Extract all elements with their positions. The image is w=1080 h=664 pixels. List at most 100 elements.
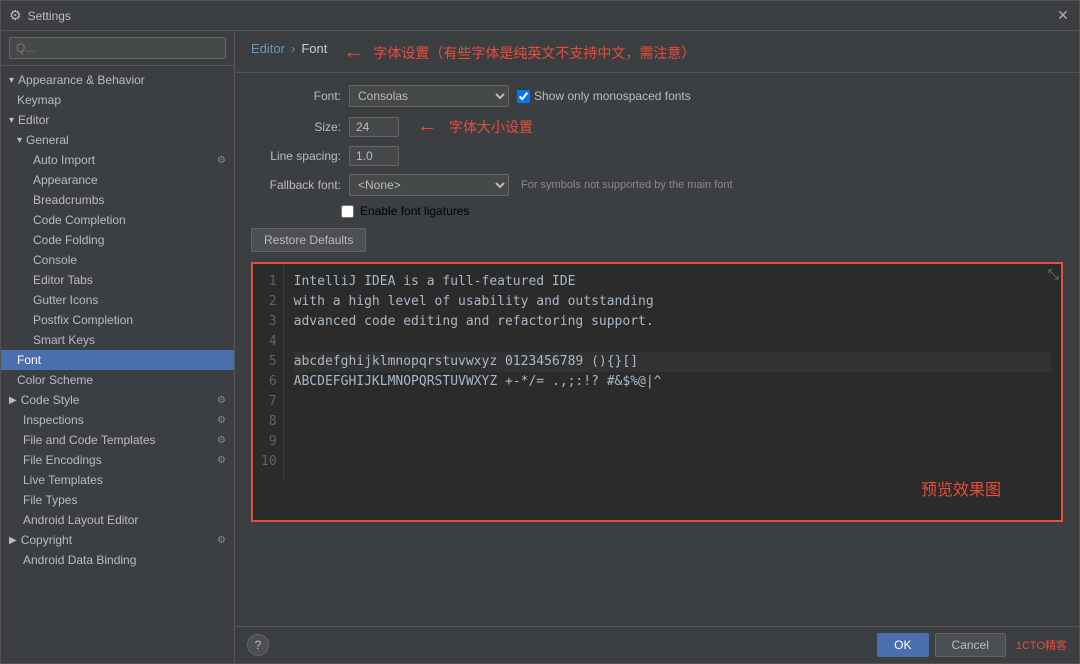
breadcrumb-editor: Editor [251, 41, 285, 56]
breadcrumb-separator: › [291, 41, 295, 56]
sidebar-label: Code Style [21, 393, 80, 407]
sidebar-label: General [26, 133, 69, 147]
sidebar-item-inspections[interactable]: Inspections ⚙ [1, 410, 234, 430]
sidebar-item-file-code-templates[interactable]: File and Code Templates ⚙ [1, 430, 234, 450]
preview-container: 1 2 3 4 5 6 7 8 9 10 IntelliJ IDEA [251, 262, 1063, 522]
preview-label: 预览效果图 [921, 476, 1001, 500]
monospaced-label-text: Show only monospaced fonts [534, 89, 691, 103]
settings-icon: ⚙ [217, 455, 226, 466]
line-num-6: 6 [261, 372, 277, 392]
settings-icon: ⚙ [9, 7, 22, 24]
sidebar-item-editor[interactable]: ▾ Editor [1, 110, 234, 130]
line-numbers: 1 2 3 4 5 6 7 8 9 10 [253, 264, 284, 480]
panel-body: Font: Consolas Arial Courier New Show on… [235, 73, 1079, 626]
bottom-bar: ? OK Cancel 1CTO精客 [235, 626, 1079, 663]
sidebar-item-code-style[interactable]: ▶ Code Style ⚙ [1, 390, 234, 410]
chevron-down-icon: ▾ [9, 75, 14, 86]
sidebar-label: Copyright [21, 533, 72, 547]
sidebar-label: Breadcrumbs [33, 193, 104, 207]
sidebar-item-color-scheme[interactable]: Color Scheme [1, 370, 234, 390]
breadcrumb: Editor › Font [251, 41, 327, 56]
line-spacing-input[interactable] [349, 146, 399, 166]
annotation-title: 字体设置（有些字体是纯英文不支持中文，需注意） [373, 43, 695, 63]
sidebar-label: Code Folding [33, 233, 104, 247]
line-num-9: 9 [261, 432, 277, 452]
sidebar-label: Appearance [33, 173, 98, 187]
sidebar-label: File and Code Templates [9, 433, 156, 447]
code-line-6: ABCDEFGHIJKLMNOPQRSTUVWXYZ +-*/= .,;:!? … [294, 372, 1051, 392]
sidebar-item-auto-import[interactable]: Auto Import ⚙ [1, 150, 234, 170]
restore-defaults-button[interactable]: Restore Defaults [251, 228, 366, 252]
sidebar-item-appearance-behavior[interactable]: ▾ Appearance & Behavior [1, 70, 234, 90]
line-num-5: 5 [261, 352, 277, 372]
sidebar-item-postfix-completion[interactable]: Postfix Completion [1, 310, 234, 330]
settings-icon: ⚙ [217, 395, 226, 406]
sidebar-label: Auto Import [33, 153, 95, 167]
font-row: Font: Consolas Arial Courier New Show on… [251, 85, 1063, 107]
sidebar-label: Code Completion [33, 213, 126, 227]
font-label: Font: [251, 89, 341, 103]
size-row: Size: ← 字体大小设置 [251, 115, 1063, 138]
sidebar-item-android-data-binding[interactable]: Android Data Binding [1, 550, 234, 570]
sidebar-item-keymap[interactable]: Keymap [1, 90, 234, 110]
sidebar-item-gutter-icons[interactable]: Gutter Icons [1, 290, 234, 310]
sidebar-item-code-completion[interactable]: Code Completion [1, 210, 234, 230]
sidebar-item-font[interactable]: Font [1, 350, 234, 370]
help-button[interactable]: ? [247, 634, 269, 656]
line-num-2: 2 [261, 292, 277, 312]
sidebar-label: Font [17, 353, 41, 367]
code-line-8 [294, 412, 1051, 432]
sidebar-item-smart-keys[interactable]: Smart Keys [1, 330, 234, 350]
settings-icon: ⚙ [217, 435, 226, 446]
panel-header: Editor › Font ← 字体设置（有些字体是纯英文不支持中文，需注意） [235, 31, 1079, 73]
sidebar-item-breadcrumbs[interactable]: Breadcrumbs [1, 190, 234, 210]
ligatures-checkbox[interactable] [341, 205, 354, 218]
sidebar-item-file-types[interactable]: File Types [1, 490, 234, 510]
code-line-3: advanced code editing and refactoring su… [294, 312, 1051, 332]
line-num-1: 1 [261, 272, 277, 292]
sidebar-item-editor-tabs[interactable]: Editor Tabs [1, 270, 234, 290]
size-input[interactable] [349, 117, 399, 137]
sidebar-label: File Encodings [9, 453, 102, 467]
code-line-4 [294, 332, 1051, 352]
sidebar-item-copyright[interactable]: ▶ Copyright ⚙ [1, 530, 234, 550]
size-annotation-text: 字体大小设置 [449, 117, 533, 137]
fallback-font-select[interactable]: <None> [349, 174, 509, 196]
sidebar-item-general[interactable]: ▾ General [1, 130, 234, 150]
code-line-7 [294, 392, 1051, 412]
sidebar-item-android-layout-editor[interactable]: Android Layout Editor [1, 510, 234, 530]
sidebar-item-code-folding[interactable]: Code Folding [1, 230, 234, 250]
line-spacing-label: Line spacing: [251, 149, 341, 163]
code-line-1: IntelliJ IDEA is a full-featured IDE [294, 272, 1051, 292]
header-top-row: Editor › Font ← 字体设置（有些字体是纯英文不支持中文，需注意） [251, 41, 1063, 64]
expand-icon[interactable]: ⤡ [1048, 266, 1059, 283]
arrow-annotation-icon: ← [343, 41, 363, 64]
chevron-right-icon: ▶ [9, 395, 17, 406]
fallback-font-row: Fallback font: <None> For symbols not su… [251, 174, 1063, 196]
close-button[interactable]: ✕ [1055, 8, 1071, 24]
title-bar: ⚙ Settings ✕ [1, 1, 1079, 31]
sidebar-label: Postfix Completion [33, 313, 133, 327]
annotation-block: ← 字体设置（有些字体是纯英文不支持中文，需注意） [343, 41, 695, 64]
sidebar-label: Android Data Binding [9, 553, 136, 567]
sidebar-item-console[interactable]: Console [1, 250, 234, 270]
size-label: Size: [251, 120, 341, 134]
search-input[interactable] [9, 37, 226, 59]
font-select[interactable]: Consolas Arial Courier New [349, 85, 509, 107]
line-num-3: 3 [261, 312, 277, 332]
cancel-button[interactable]: Cancel [935, 633, 1006, 657]
sidebar-label: Editor Tabs [33, 273, 93, 287]
settings-icon: ⚙ [217, 155, 226, 166]
sidebar-item-appearance[interactable]: Appearance [1, 170, 234, 190]
code-line-9 [294, 432, 1051, 452]
sidebar-label: Android Layout Editor [9, 513, 138, 527]
sidebar-label: Editor [18, 113, 49, 127]
ok-button[interactable]: OK [877, 633, 928, 657]
sidebar-item-live-templates[interactable]: Live Templates [1, 470, 234, 490]
code-line-5: abcdefghijklmnopqrstuvwxyz 0123456789 ()… [294, 352, 1051, 372]
sidebar: ▾ Appearance & Behavior Keymap ▾ Editor … [1, 31, 235, 663]
monospaced-checkbox-label: Show only monospaced fonts [517, 89, 691, 103]
monospaced-checkbox[interactable] [517, 90, 530, 103]
sidebar-item-file-encodings[interactable]: File Encodings ⚙ [1, 450, 234, 470]
sidebar-label: Live Templates [9, 473, 103, 487]
